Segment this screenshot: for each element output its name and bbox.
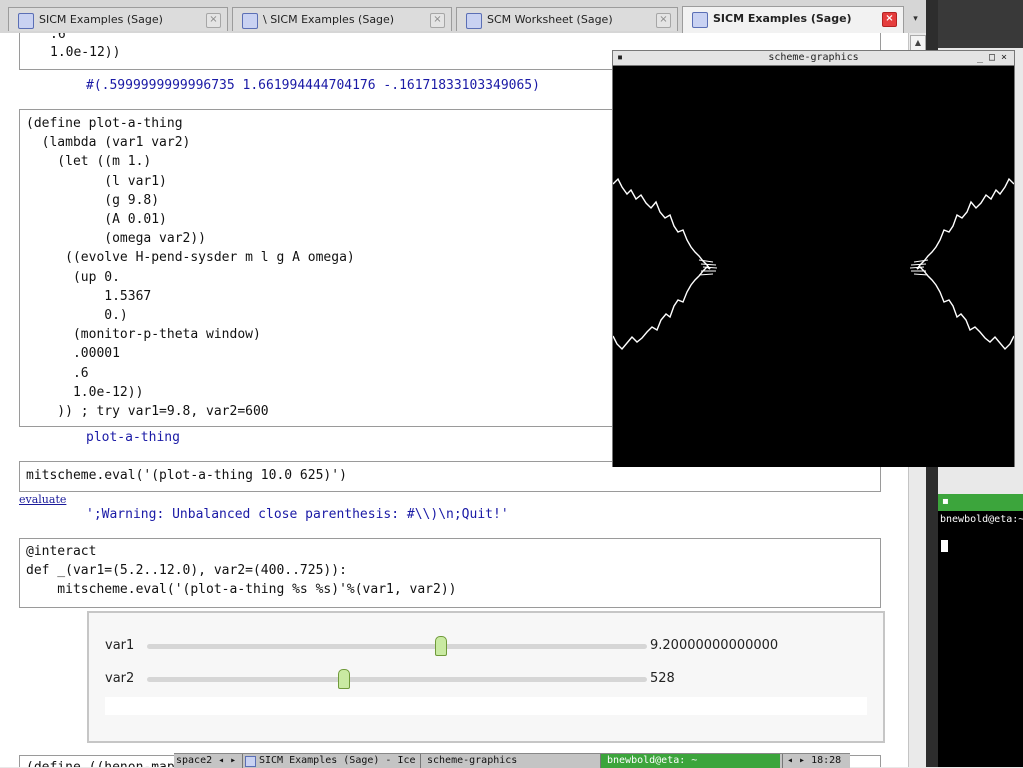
window-title: scheme-graphics [768, 52, 859, 63]
sage-icon [18, 13, 34, 29]
sage-icon [692, 12, 708, 28]
slider-track-var2[interactable] [147, 677, 647, 682]
close-icon[interactable]: × [882, 12, 897, 27]
interact-output-area [105, 697, 867, 715]
tab-sicm-examples[interactable]: SICM Examples (Sage) × [8, 7, 228, 31]
code-line: (define plot-a-thing [26, 116, 183, 131]
slider-handle-var1[interactable] [435, 636, 448, 656]
terminal-titlebar[interactable]: ▪ [938, 494, 1023, 511]
taskbar-clock: ◂ ▸ 18:28 [782, 754, 848, 768]
tab-scm-worksheet[interactable]: SCM Worksheet (Sage) × [456, 7, 678, 31]
phase-plot [613, 66, 1014, 467]
code-line: 1.0e-12)) [26, 384, 144, 400]
code-line: @interact [26, 544, 97, 559]
desktop-background [926, 0, 1023, 48]
taskbar-item-terminal[interactable]: bnewbold@eta: ~ [600, 754, 780, 768]
close-icon[interactable]: × [206, 13, 221, 28]
slider-label-var2: var2 [105, 671, 135, 686]
tab-label: SCM Worksheet (Sage) [487, 13, 613, 26]
terminal-window[interactable]: ▪ bnewbold@eta:~ [938, 494, 1023, 767]
code-line: (omega var2)) [26, 231, 207, 247]
code-line: 0.) [26, 308, 128, 324]
code-line: mitscheme.eval('(plot-a-thing 10.0 625)'… [26, 468, 347, 483]
window-menu-icon[interactable]: ▪ [942, 496, 949, 507]
slider-handle-var2[interactable] [337, 669, 350, 689]
sage-icon [466, 13, 482, 29]
code-line: (lambda (var1 var2) [26, 135, 191, 151]
code-line: ((evolve H-pend-sysder m l g A omega) [26, 250, 355, 266]
code-line: (up 0. [26, 269, 120, 285]
tab-sicm-examples-2[interactable]: \ SICM Examples (Sage) × [232, 7, 452, 31]
window-menu-icon[interactable]: ▪ [617, 52, 623, 64]
taskbar: space2 ◂ ▸ SICM Examples (Sage) - Ice sc… [174, 753, 850, 768]
code-line: (g 9.8) [26, 192, 160, 208]
taskbar-item-scheme-graphics[interactable]: scheme-graphics [420, 754, 598, 768]
tab-list-menu-icon[interactable]: ▾ [907, 7, 924, 31]
tab-label: \ SICM Examples (Sage) [263, 13, 395, 26]
cell-output: ';Warning: Unbalanced close parenthesis:… [86, 507, 509, 522]
code-line: mitscheme.eval('(plot-a-thing %s %s)'%(v… [26, 582, 457, 598]
plot-background [613, 66, 1014, 467]
terminal-cursor [941, 540, 948, 552]
evaluate-link[interactable]: evaluate [19, 493, 66, 506]
code-line: .6 [26, 365, 89, 381]
cell-output: #(.5999999999996735 1.661994444704176 -.… [86, 78, 540, 93]
window-titlebar[interactable]: ▪ scheme-graphics _ □ × [613, 51, 1014, 66]
slider-value-var1: 9.20000000000000 [650, 638, 779, 653]
code-line: (define ((henon-map [26, 758, 175, 767]
slider-value-var2: 528 [650, 671, 675, 686]
code-line: def _(var1=(5.2..12.0), var2=(400..725))… [26, 563, 347, 579]
code-line: (A 0.01) [26, 212, 167, 228]
code-line: )) ; try var1=9.8, var2=600 [26, 404, 269, 420]
close-icon[interactable]: × [1001, 52, 1007, 64]
slider-track-var1[interactable] [147, 644, 647, 649]
taskbar-item-label: SICM Examples (Sage) - Ice [259, 755, 416, 766]
sage-icon [245, 756, 256, 767]
close-icon[interactable]: × [430, 13, 445, 28]
code-line: 1.0e-12)) [50, 45, 121, 60]
minimize-icon[interactable]: _ [977, 52, 983, 64]
scheme-graphics-window[interactable]: ▪ scheme-graphics _ □ × [612, 50, 1015, 467]
cell-output: plot-a-thing [86, 430, 180, 445]
code-block: (define plot-a-thing (lambda (var1 var2)… [26, 114, 355, 421]
taskbar-item-browser[interactable]: SICM Examples (Sage) - Ice [242, 754, 418, 768]
code-line: (let ((m 1.) [26, 154, 152, 170]
maximize-icon[interactable]: □ [989, 52, 995, 64]
workspace-switcher[interactable]: space2 ◂ ▸ [176, 754, 240, 768]
interact-controls: var1 9.20000000000000 var2 528 [87, 611, 885, 743]
code-block: @interact def _(var1=(5.2..12.0), var2=(… [26, 542, 456, 600]
tab-label: SICM Examples (Sage) [713, 12, 852, 25]
tab-label: SICM Examples (Sage) [39, 13, 163, 26]
slider-label-var1: var1 [105, 638, 135, 653]
sage-icon [242, 13, 258, 29]
code-line: (monitor-p-theta window) [26, 327, 261, 343]
scroll-up-icon[interactable]: ▲ [910, 35, 926, 51]
code-cell[interactable]: @interact def _(var1=(5.2..12.0), var2=(… [19, 538, 881, 608]
code-line: (l var1) [26, 173, 167, 189]
tab-sicm-examples-active[interactable]: SICM Examples (Sage) × [682, 6, 904, 33]
code-line: 1.5367 [26, 288, 152, 304]
terminal-prompt: bnewbold@eta:~ [940, 514, 1023, 525]
close-icon[interactable]: × [656, 13, 671, 28]
browser-tab-bar: SICM Examples (Sage) × \ SICM Examples (… [0, 0, 926, 34]
code-line: .00001 [26, 346, 120, 362]
